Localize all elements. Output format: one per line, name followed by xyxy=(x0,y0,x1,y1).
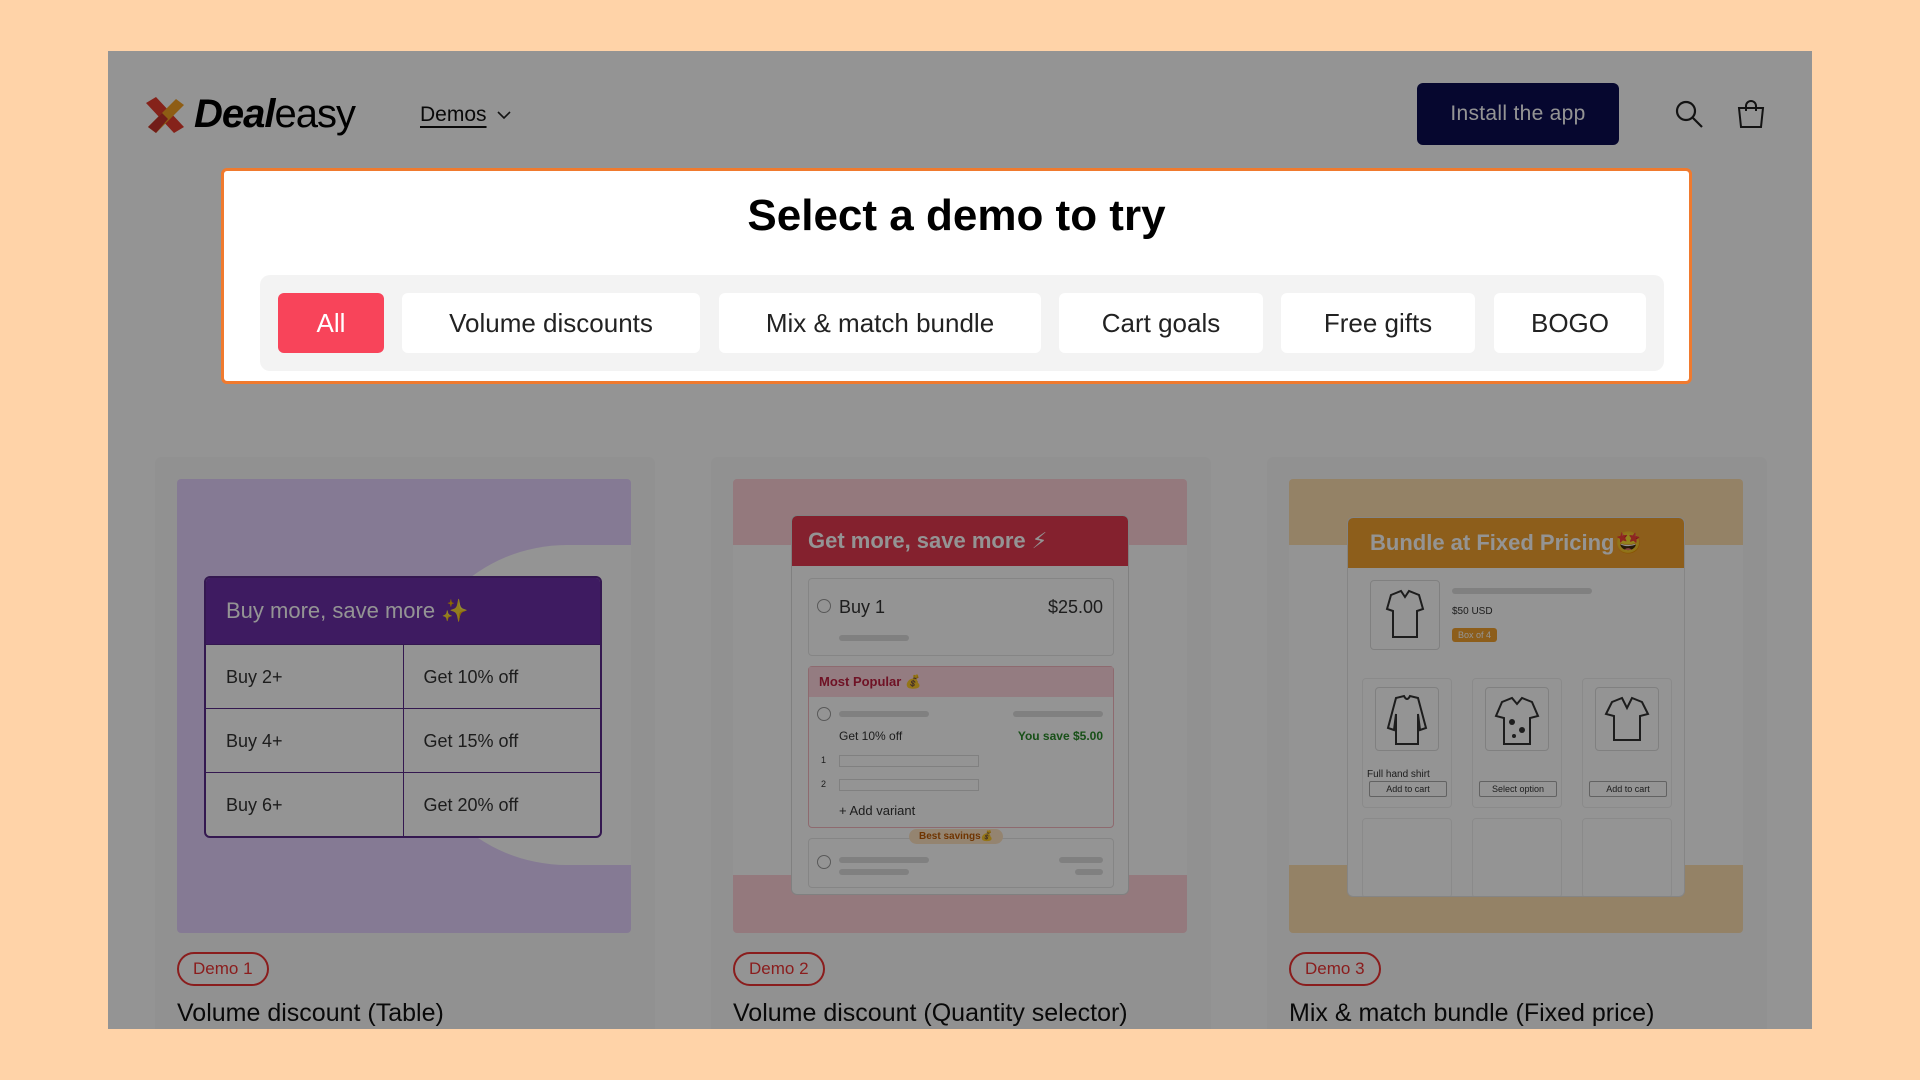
product-card-placeholder xyxy=(1362,818,1452,896)
demo-badge: Demo 1 xyxy=(177,952,269,986)
table-cell: Buy 6+ xyxy=(226,795,283,815)
demo-2-preview: Get more, save more ⚡ Buy 1 $25.00 Most … xyxy=(733,479,1187,933)
tab-mix-match-bundle[interactable]: Mix & match bundle xyxy=(719,293,1041,353)
volume-table-widget: Buy more, save more ✨ Buy 2+ Get 10% off… xyxy=(204,576,602,838)
option-best: Best savings💰 xyxy=(808,829,1114,888)
tab-all[interactable]: All xyxy=(278,293,384,353)
fixed-bundle-widget: Bundle at Fixed Pricing🤩 $50 USD Box of … xyxy=(1347,517,1685,897)
bundle-box-image xyxy=(1370,580,1440,650)
demo-badge: Demo 2 xyxy=(733,952,825,986)
placeholder-bar xyxy=(1059,857,1103,863)
variant-index: 2 xyxy=(821,779,827,789)
placeholder-bar xyxy=(839,711,929,717)
placeholder-bar xyxy=(1452,588,1592,594)
demo-card-title[interactable]: Volume discount (Quantity selector) xyxy=(733,999,1128,1028)
widget-heading: Buy more, save more ✨ xyxy=(206,578,600,644)
table-row: Buy 4+ Get 15% off xyxy=(206,708,600,772)
option-label: Buy 1 xyxy=(839,597,886,617)
quantity-selector-widget: Get more, save more ⚡ Buy 1 $25.00 Most … xyxy=(791,515,1129,895)
demo-card-3[interactable]: Bundle at Fixed Pricing🤩 $50 USD Box of … xyxy=(1267,457,1767,1029)
dealeasy-logo-icon xyxy=(146,97,184,133)
widget-heading: Bundle at Fixed Pricing🤩 xyxy=(1348,518,1684,568)
product-image xyxy=(1485,687,1549,751)
site-header: Dealeasy Demos Install the app xyxy=(108,51,1812,177)
radio-icon xyxy=(817,855,831,869)
chevron-down-icon xyxy=(496,111,511,120)
table-cell: Get 20% off xyxy=(402,773,601,836)
dealeasy-logo[interactable]: Dealeasy xyxy=(142,91,356,137)
demo-card-2[interactable]: Get more, save more ⚡ Buy 1 $25.00 Most … xyxy=(711,457,1211,1029)
table-row: Buy 2+ Get 10% off xyxy=(206,644,600,708)
select-option-button: Select option xyxy=(1479,781,1557,797)
placeholder-bar xyxy=(839,869,909,875)
shirt-icon xyxy=(1385,589,1425,638)
widget-heading: Get more, save more ⚡ xyxy=(792,516,1128,566)
tab-volume-discounts[interactable]: Volume discounts xyxy=(402,293,700,353)
product-card-placeholder xyxy=(1582,818,1672,896)
search-icon xyxy=(1675,100,1703,128)
search-button[interactable] xyxy=(1670,95,1708,133)
tab-free-gifts[interactable]: Free gifts xyxy=(1281,293,1475,353)
radio-icon xyxy=(817,707,831,721)
box-badge: Box of 4 xyxy=(1452,628,1498,642)
add-variant-link: + Add variant xyxy=(839,803,916,818)
table-cell: Get 15% off xyxy=(402,709,601,772)
demos-label: Demos xyxy=(420,103,487,126)
bundle-price: $50 USD xyxy=(1452,606,1493,617)
product-name: Full hand shirt xyxy=(1367,769,1430,780)
product-image xyxy=(1375,687,1439,751)
demo-card-title[interactable]: Mix & match bundle (Fixed price) xyxy=(1289,999,1654,1028)
cart-button[interactable] xyxy=(1732,95,1770,133)
variant-index: 1 xyxy=(821,755,827,765)
tab-bogo[interactable]: BOGO xyxy=(1494,293,1646,353)
demo-filter-tabs: All Volume discounts Mix & match bundle … xyxy=(260,275,1664,371)
tab-cart-goals[interactable]: Cart goals xyxy=(1059,293,1263,353)
cart-icon xyxy=(1737,100,1765,128)
product-card: Full hand shirt Add to cart xyxy=(1362,678,1452,808)
demo-1-preview: Buy more, save more ✨ Buy 2+ Get 10% off… xyxy=(177,479,631,933)
save-label: You save $5.00 xyxy=(1017,729,1103,743)
option-buy-1: Buy 1 $25.00 xyxy=(808,578,1114,656)
add-to-cart-button: Add to cart xyxy=(1369,781,1447,797)
placeholder-bar xyxy=(1013,711,1103,717)
polo-shirt-icon xyxy=(1604,696,1650,741)
popular-label: Most Popular 💰 xyxy=(809,667,1113,697)
add-to-cart-button: Add to cart xyxy=(1589,781,1667,797)
discount-label: Get 10% off xyxy=(839,729,903,743)
install-app-button[interactable]: Install the app xyxy=(1417,83,1619,145)
demo-badge: Demo 3 xyxy=(1289,952,1381,986)
variant-select xyxy=(839,779,979,791)
product-card: Add to cart xyxy=(1582,678,1672,808)
demo-card-1[interactable]: Buy more, save more ✨ Buy 2+ Get 10% off… xyxy=(155,457,655,1029)
demo-3-preview: Bundle at Fixed Pricing🤩 $50 USD Box of … xyxy=(1289,479,1743,933)
logo-wordmark: Dealeasy xyxy=(194,91,356,136)
radio-icon xyxy=(817,599,831,613)
placeholder-bar xyxy=(839,635,909,641)
page-title: Select a demo to try xyxy=(747,191,1166,240)
product-card: Select option xyxy=(1472,678,1562,808)
variant-select xyxy=(839,755,979,767)
table-cell: Buy 2+ xyxy=(226,667,283,687)
option-popular: Most Popular 💰 Get 10% off You save $5.0… xyxy=(808,666,1114,828)
table-row: Buy 6+ Get 20% off xyxy=(206,772,600,836)
demo-card-title[interactable]: Volume discount (Table) xyxy=(177,999,444,1028)
placeholder-bar xyxy=(1075,869,1103,875)
product-card-placeholder xyxy=(1472,818,1562,896)
hawaiian-shirt-icon xyxy=(1494,696,1540,745)
demo-selector-panel: Select a demo to try All Volume discount… xyxy=(221,168,1692,384)
long-sleeve-shirt-icon xyxy=(1386,694,1428,745)
best-savings-badge: Best savings💰 xyxy=(909,829,1004,844)
demos-menu[interactable]: Demos xyxy=(420,103,511,127)
product-image xyxy=(1595,687,1659,751)
table-cell: Get 10% off xyxy=(402,645,601,708)
table-cell: Buy 4+ xyxy=(226,731,283,751)
option-price: $25.00 xyxy=(1047,597,1103,617)
placeholder-bar xyxy=(839,857,929,863)
